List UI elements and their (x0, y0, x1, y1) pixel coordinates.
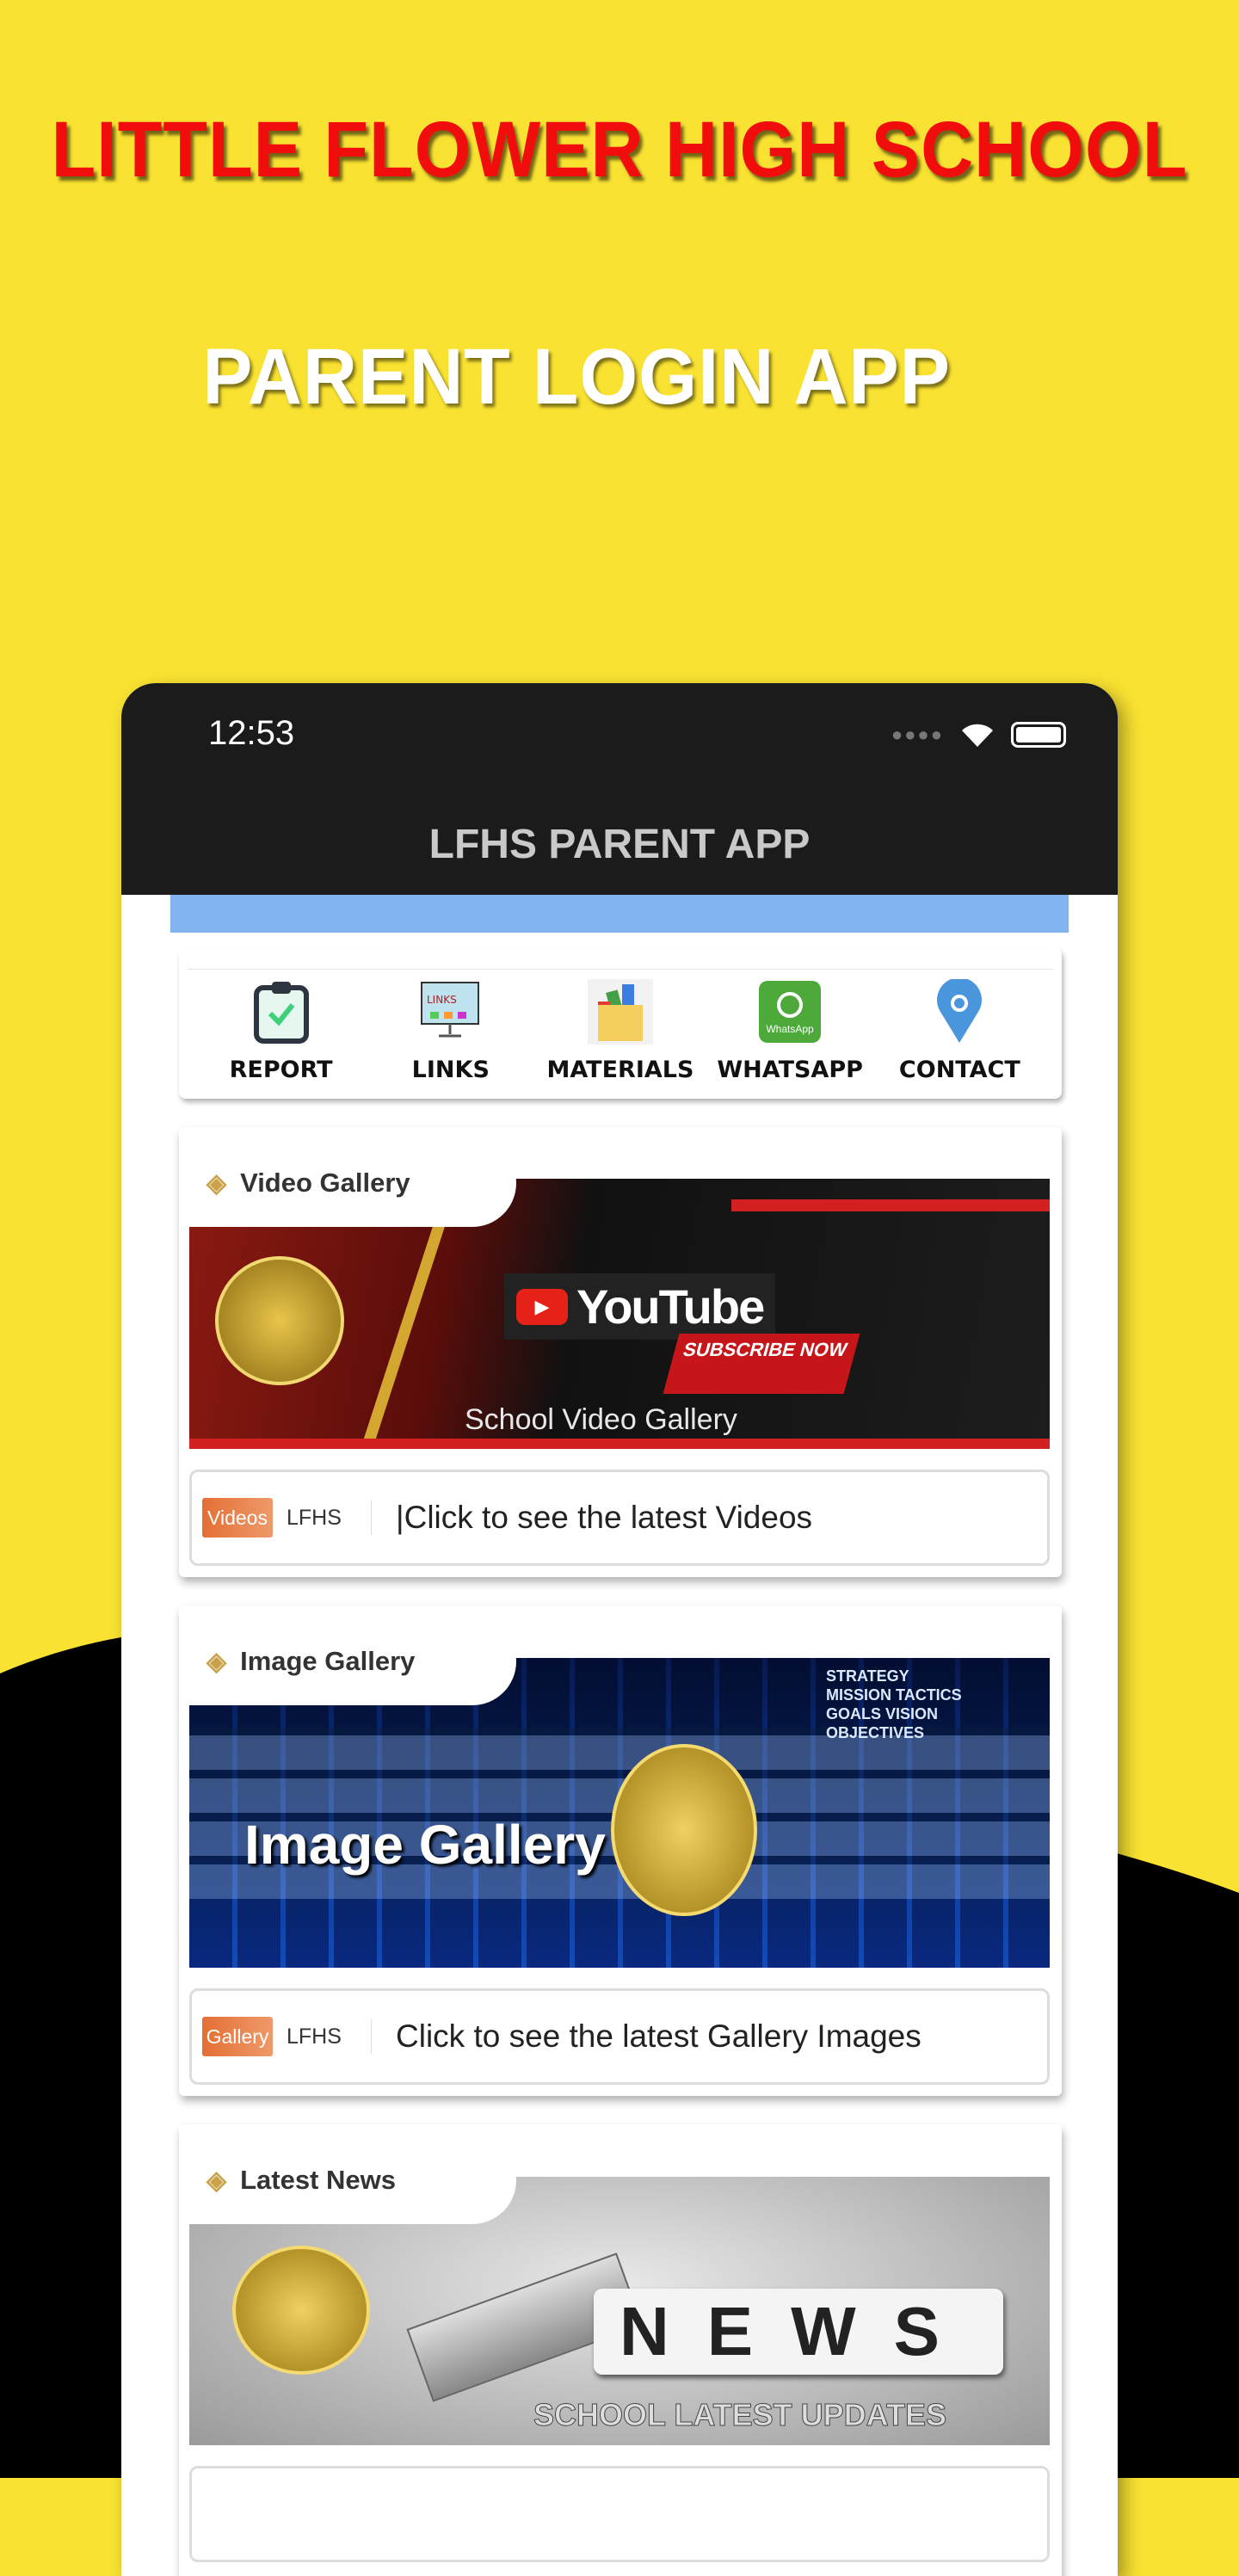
videos-badge: Videos (202, 1498, 273, 1538)
materials-button[interactable]: MATERIALS (539, 979, 702, 1083)
news-blocks: NEWS (594, 2289, 1003, 2375)
school-crest-icon (232, 2246, 370, 2375)
status-icons: ●●●● (891, 721, 1066, 749)
image-gallery-link[interactable]: Gallery LFHS Click to see the latest Gal… (189, 1988, 1050, 2085)
clipboard-check-icon (247, 979, 316, 1045)
subscribe-now-label: SUBSCRIBE NOW (663, 1334, 860, 1394)
image-gallery-card[interactable]: ◈ Image Gallery Image Gallery STRATEGY MI… (179, 1605, 1062, 2096)
links-button[interactable]: LINKS LINKS (369, 979, 533, 1083)
diamond-icon: ◈ (206, 1168, 227, 1198)
latest-news-card[interactable]: ◈ Latest News NEWS SCHOOL LATEST UPDATES (179, 2124, 1062, 2576)
banner-caption: Image Gallery (244, 1814, 606, 1876)
banner-caption: School Video Gallery (465, 1403, 737, 1436)
app-title: LFHS PARENT APP (428, 822, 811, 867)
battery-icon (1011, 722, 1066, 748)
wifi-icon (962, 724, 993, 747)
card-title-tab: ◈ Video Gallery (189, 1139, 516, 1227)
youtube-logo: ▶ YouTube (504, 1273, 776, 1340)
signal-dots-icon: ●●●● (891, 724, 944, 745)
promo-subtitle: PARENT LOGIN APP (202, 333, 951, 421)
phone-screen: 12:53 ●●●● LFHS PARENT APP REPORT LINKS … (121, 683, 1118, 2576)
banner-strip (170, 895, 1069, 933)
location-pin-icon (925, 979, 994, 1045)
contact-button[interactable]: CONTACT (878, 979, 1041, 1083)
folder-materials-icon (586, 979, 655, 1045)
card-title-tab: ◈ Image Gallery (189, 1618, 516, 1705)
quick-links-card: REPORT LINKS LINKS MATERIALS WhatsApp WH… (179, 948, 1062, 1099)
useful-links-computer-icon: LINKS (416, 979, 485, 1045)
report-button[interactable]: REPORT (200, 979, 363, 1083)
video-gallery-card[interactable]: ◈ Video Gallery ▶ YouTube SUBSCRIBE NOW S… (179, 1127, 1062, 1577)
svg-text:WhatsApp: WhatsApp (766, 1023, 814, 1035)
whatsapp-button[interactable]: WhatsApp WHATSAPP (708, 979, 872, 1083)
whatsapp-icon: WhatsApp (755, 979, 824, 1045)
banner-words: STRATEGY MISSION TACTICS GOALS VISION OB… (826, 1667, 962, 1741)
banner-caption: SCHOOL LATEST UPDATES (533, 2397, 947, 2433)
latest-news-link[interactable] (189, 2466, 1050, 2562)
card-title-tab: ◈ Latest News (189, 2136, 516, 2224)
gallery-badge: Gallery (202, 2017, 273, 2056)
app-header: 12:53 ●●●● LFHS PARENT APP (121, 683, 1118, 895)
svg-text:LINKS: LINKS (427, 994, 457, 1006)
promo-title: LITTLE FLOWER HIGH SCHOOL (51, 106, 1188, 194)
diamond-icon: ◈ (206, 2166, 227, 2195)
school-crest-icon (215, 1256, 344, 1385)
status-time: 12:53 (208, 714, 295, 752)
school-crest-icon (611, 1744, 757, 1916)
diamond-icon: ◈ (206, 1647, 227, 1676)
video-gallery-link[interactable]: Videos LFHS |Click to see the latest Vid… (189, 1470, 1050, 1566)
